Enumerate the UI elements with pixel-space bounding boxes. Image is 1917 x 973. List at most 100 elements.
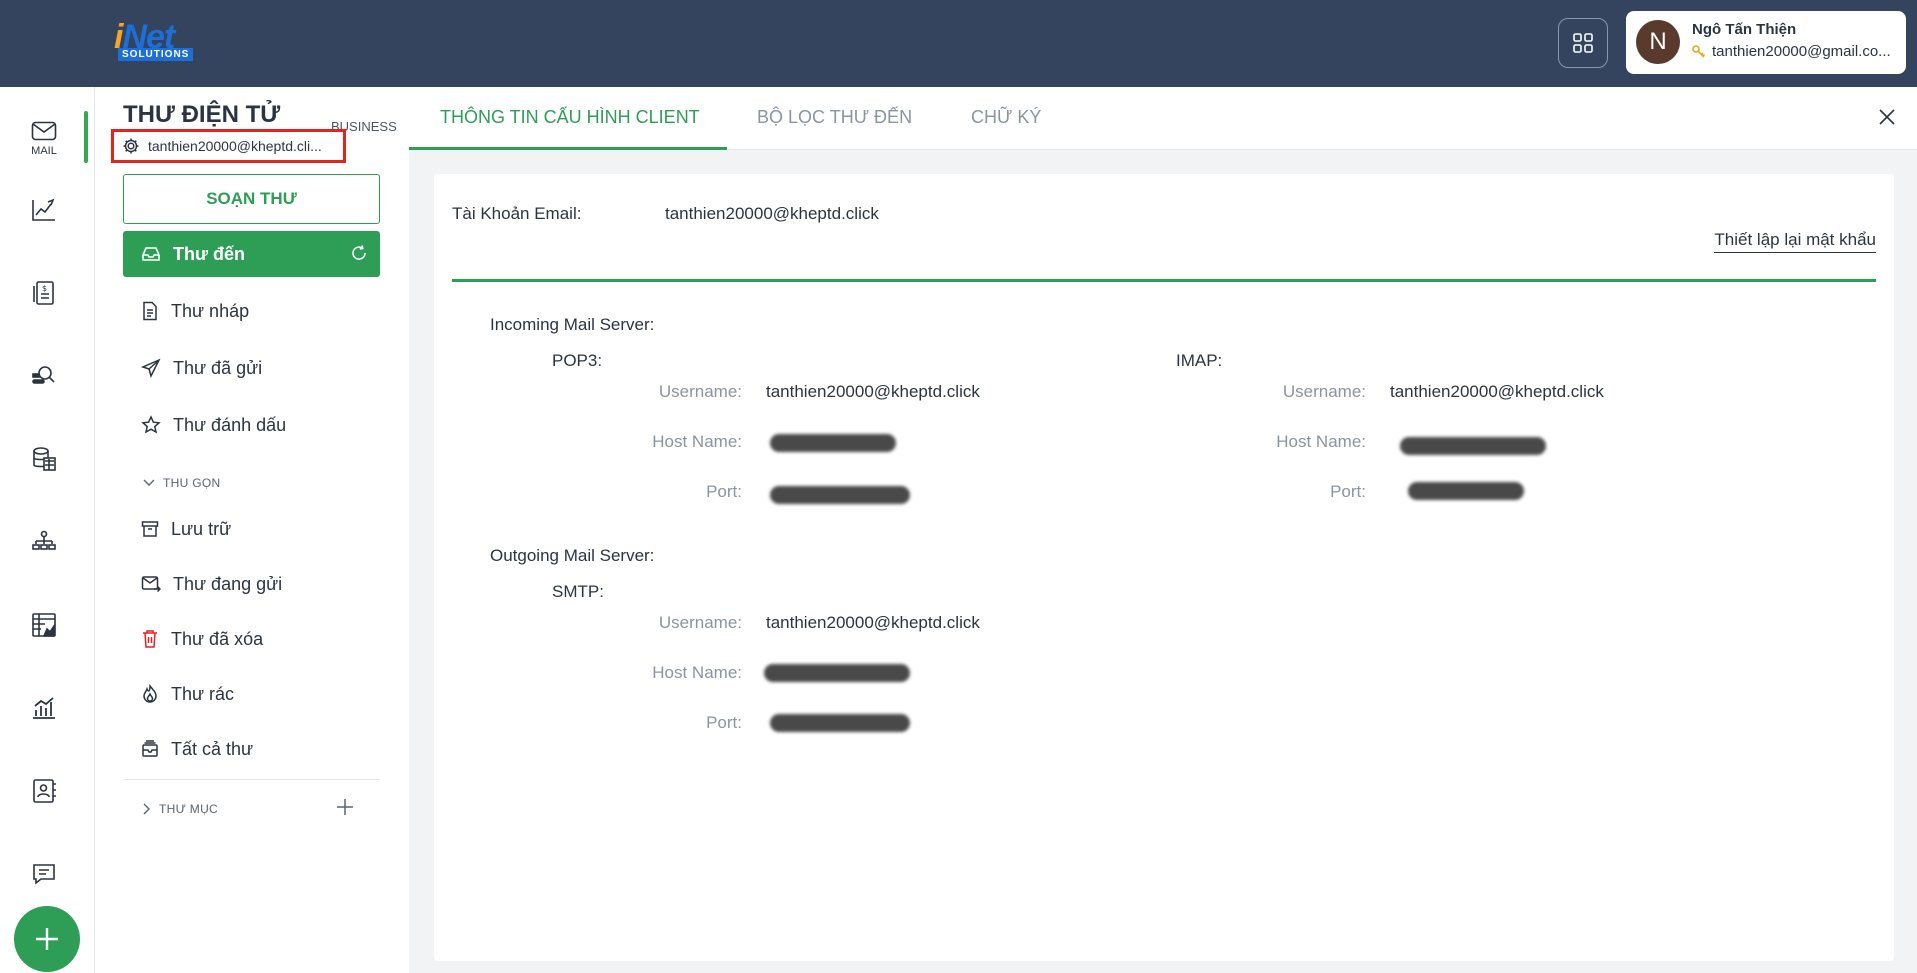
tab-signature[interactable]: CHỮ KÝ (971, 107, 1041, 128)
account-value: tanthien20000@kheptd.click (665, 204, 879, 223)
org-chart-icon (32, 530, 56, 550)
send-icon (141, 358, 161, 378)
main-content: THÔNG TIN CẤU HÌNH CLIENT BỘ LỌC THƯ ĐẾN… (409, 87, 1917, 973)
folder-archive[interactable]: Lưu trữ (123, 506, 380, 552)
section-divider (452, 279, 1876, 282)
pop3-host-redacted (770, 434, 896, 452)
refresh-icon[interactable] (350, 244, 368, 262)
folder-starred[interactable]: Thư đánh dấu (123, 402, 380, 448)
user-email: tanthien20000@gmail.co... (1712, 43, 1891, 60)
account-email: tanthien20000@kheptd.cli... (148, 138, 322, 154)
rail-item-analytics[interactable] (0, 678, 88, 738)
gear-icon (123, 138, 139, 154)
user-profile-card[interactable]: N Ngô Tấn Thiện tanthien20000@gmail.co..… (1626, 11, 1906, 74)
rail-item-invoices[interactable]: $ (0, 263, 88, 323)
chat-icon (33, 864, 55, 885)
contact-card-icon (33, 779, 56, 803)
inet-logo[interactable]: iNet SOLUTIONS (114, 18, 198, 68)
rail-item-org-chart[interactable] (0, 512, 88, 572)
chevron-right-icon (143, 803, 150, 815)
app-rail: MAIL $ (0, 87, 95, 973)
imap-host-label: Host Name: (1276, 432, 1366, 451)
inbox-icon (142, 247, 160, 261)
folder-outbox[interactable]: Thư đang gửi (123, 561, 380, 607)
folder-all-mail[interactable]: Tất cả thư (123, 726, 380, 772)
pop3-port-redacted (770, 486, 910, 504)
rail-item-database[interactable] (0, 429, 88, 489)
close-icon[interactable] (1877, 107, 1897, 127)
folder-sent[interactable]: Thư đã gửi (123, 345, 380, 391)
folder-inbox[interactable]: Thư đến (123, 231, 380, 277)
tab-inbox-filters[interactable]: BỘ LỌC THƯ ĐẾN (757, 107, 912, 128)
add-folder-icon[interactable] (335, 797, 355, 817)
folder-drafts-label: Thư nháp (171, 300, 250, 321)
active-tab-indicator (409, 147, 727, 150)
folder-trash[interactable]: Thư đã xóa (123, 616, 380, 662)
reset-password-link[interactable]: Thiết lập lại mật khẩu (1714, 230, 1876, 253)
star-icon (141, 415, 161, 434)
user-email-row: tanthien20000@gmail.co... (1692, 43, 1898, 60)
pop3-host-label: Host Name: (652, 432, 742, 451)
imap-port-redacted (1408, 482, 1524, 500)
apps-grid-button[interactable] (1558, 18, 1608, 68)
archive-icon (141, 521, 159, 537)
rail-item-mail[interactable]: MAIL (0, 109, 88, 169)
imap-username-value: tanthien20000@kheptd.click (1390, 382, 1604, 401)
spreadsheet-icon (32, 613, 56, 637)
smtp-username-label: Username: (658, 613, 742, 632)
smtp-port-redacted (770, 714, 910, 732)
tab-client-config[interactable]: THÔNG TIN CẤU HÌNH CLIENT (440, 107, 700, 128)
top-bar: iNet SOLUTIONS N Ngô Tấn Thiện tanthien2… (0, 0, 1917, 87)
avatar: N (1636, 20, 1680, 64)
chevron-down-icon (143, 479, 155, 486)
mail-out-icon (141, 576, 161, 593)
imap-username-label: Username: (1282, 382, 1366, 401)
compose-button[interactable]: SOẠN THƯ (123, 174, 380, 224)
rail-item-chat[interactable] (0, 844, 88, 904)
rail-item-reports[interactable] (0, 180, 88, 240)
rail-item-spreadsheet[interactable] (0, 595, 88, 655)
svg-text:$: $ (42, 284, 47, 293)
create-new-button[interactable] (14, 906, 80, 972)
folder-archive-label: Lưu trữ (171, 518, 232, 539)
smtp-port-label: Port: (706, 713, 742, 732)
document-icon (143, 301, 157, 321)
folder-spam[interactable]: Thư rác (123, 671, 380, 717)
mail-icon (31, 121, 57, 141)
folder-drafts[interactable]: Thư nháp (123, 288, 380, 334)
rail-item-contacts[interactable] (0, 761, 88, 821)
folder-trash-label: Thư đã xóa (171, 628, 264, 649)
collapse-toggle[interactable]: THU GỌN (143, 476, 220, 490)
smtp-host-redacted (764, 664, 910, 682)
pop3-port-label: Port: (706, 482, 742, 501)
chart-pen-icon (32, 198, 55, 221)
imap-label: IMAP: (1176, 351, 1223, 370)
collapse-label: THU GỌN (163, 476, 221, 490)
invoice-icon: $ (33, 281, 54, 305)
pop3-label: POP3: (552, 351, 603, 370)
search-user-icon (32, 366, 55, 384)
bar-chart-icon (33, 697, 55, 719)
folder-all-mail-label: Tất cả thư (171, 738, 254, 759)
logo-subtitle: SOLUTIONS (118, 48, 194, 61)
sidebar-divider (123, 779, 380, 780)
outgoing-server-title: Outgoing Mail Server: (490, 546, 655, 565)
folder-outbox-label: Thư đang gửi (173, 573, 283, 594)
incoming-server-title: Incoming Mail Server: (490, 315, 655, 334)
grid-icon (1573, 33, 1593, 53)
trash-icon (143, 630, 157, 648)
rail-item-search-users[interactable] (0, 346, 88, 406)
account-selector[interactable]: tanthien20000@kheptd.cli... (111, 129, 346, 163)
folder-starred-label: Thư đánh dấu (173, 414, 287, 435)
rail-mail-label: MAIL (31, 145, 57, 157)
directory-toggle[interactable]: THƯ MỤC (143, 802, 218, 816)
database-icon (33, 447, 56, 471)
key-icon (1692, 44, 1706, 58)
client-config-panel: Tài Khoản Email: tanthien20000@kheptd.cl… (434, 174, 1894, 961)
pop3-username-value: tanthien20000@kheptd.click (766, 382, 980, 401)
folder-sent-label: Thư đã gửi (173, 357, 263, 378)
user-name: Ngô Tấn Thiện (1692, 21, 1797, 38)
directory-label: THƯ MỤC (159, 802, 219, 816)
imap-host-redacted (1400, 437, 1546, 455)
stack-icon (142, 740, 158, 757)
